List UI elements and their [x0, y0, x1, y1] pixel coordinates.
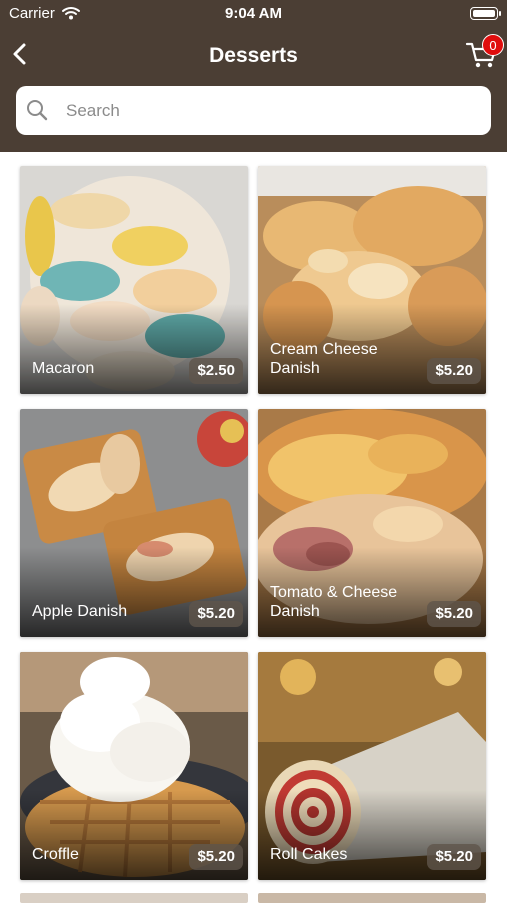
cart-count-badge: 0: [482, 34, 504, 56]
product-card-croffle[interactable]: Croffle $5.20: [20, 652, 248, 880]
product-name: Apple Danish: [32, 603, 128, 620]
product-name: Macaron: [32, 360, 95, 377]
product-name: Croffle: [32, 846, 79, 863]
product-name: Tomato & Cheese Danish: [270, 584, 398, 620]
nav-bar: Desserts: [0, 32, 507, 80]
product-card-apple-danish[interactable]: Apple Danish $5.20: [20, 409, 248, 637]
price-tag: $5.20: [189, 601, 243, 627]
product-card-peek[interactable]: [20, 893, 248, 903]
clock-label: 9:04 AM: [225, 5, 282, 22]
app-header: Carrier 9:04 AM Desserts 0: [0, 0, 507, 152]
price-tag: $2.50: [189, 358, 243, 384]
price-tag: $5.20: [427, 844, 481, 870]
product-card-cream-cheese-danish[interactable]: Cream Cheese Danish $5.20: [258, 166, 486, 394]
search-icon: [27, 100, 48, 121]
price-tag: $5.20: [189, 844, 243, 870]
battery-icon: [470, 7, 501, 20]
price-tag: $5.20: [427, 601, 481, 627]
product-card-tomato-cheese-danish[interactable]: Tomato & Cheese Danish $5.20: [258, 409, 486, 637]
search-input[interactable]: [66, 96, 476, 126]
product-name: Roll Cakes: [270, 846, 348, 863]
product-card-peek[interactable]: [258, 893, 486, 903]
product-card-macaron[interactable]: Macaron $2.50: [20, 166, 248, 394]
page-title: Desserts: [209, 44, 298, 67]
product-card-roll-cakes[interactable]: Roll Cakes $5.20: [258, 652, 486, 880]
price-tag: $5.20: [427, 358, 481, 384]
product-name: Cream Cheese Danish: [270, 341, 378, 377]
search-bar[interactable]: [16, 86, 491, 135]
status-bar: Carrier 9:04 AM: [0, 0, 507, 30]
